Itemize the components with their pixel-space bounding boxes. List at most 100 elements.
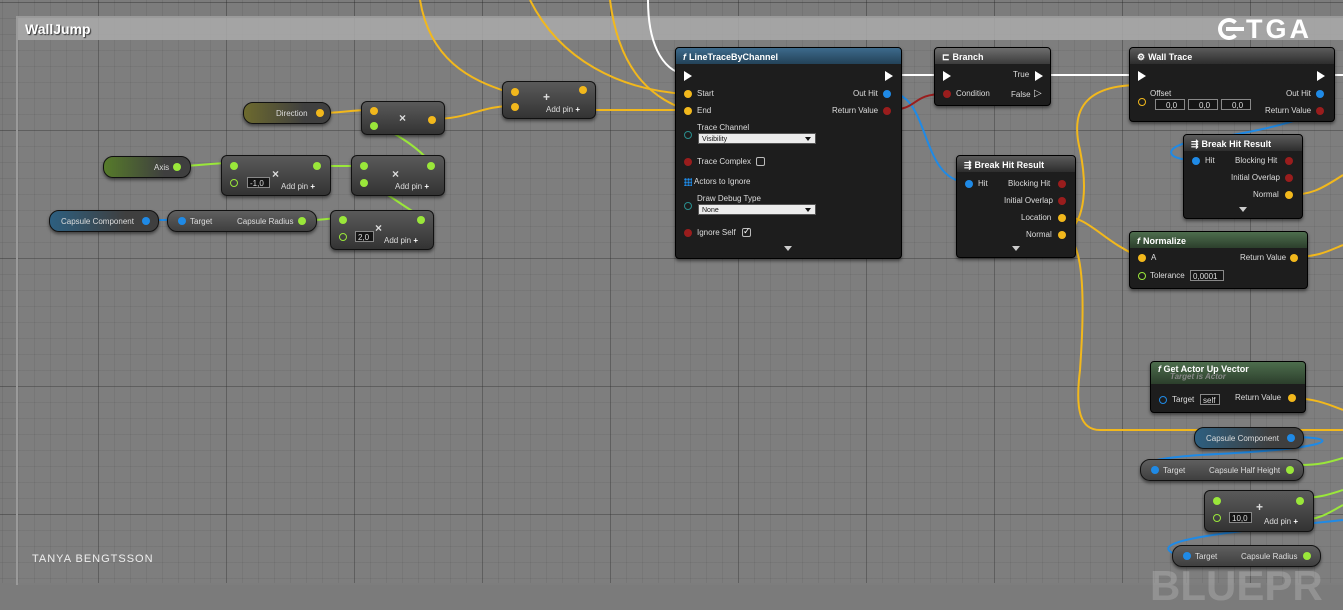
actors-to-ignore-pin[interactable]: [684, 178, 692, 186]
node-header[interactable]: f Get Actor Up Vector Target is Actor: [1151, 362, 1305, 384]
add-float-node[interactable]: 10,0 + Add pin +: [1204, 490, 1314, 532]
exec-output-pin[interactable]: [1317, 71, 1325, 81]
return-value-output-pin[interactable]: [883, 107, 891, 115]
get-capsule-radius-node[interactable]: Target Capsule Radius: [167, 210, 317, 232]
node-header[interactable]: ⇶ Break Hit Result: [957, 156, 1075, 172]
a-input-pin[interactable]: [1138, 254, 1146, 262]
false-exec-output-pin[interactable]: ▷: [1034, 88, 1042, 99]
expand-arrow-icon[interactable]: [784, 246, 792, 251]
capsule-radius-output-pin[interactable]: [298, 217, 306, 225]
start-input-pin[interactable]: [684, 90, 692, 98]
tolerance-input-pin[interactable]: [1138, 272, 1146, 280]
result-output-pin[interactable]: [313, 162, 321, 170]
a-input-pin[interactable]: [370, 107, 378, 115]
target-input-pin[interactable]: [1183, 552, 1191, 560]
capsule-component-output-pin[interactable]: [1287, 434, 1295, 442]
result-output-pin[interactable]: [579, 86, 587, 94]
target-self-field[interactable]: self: [1200, 394, 1220, 405]
branch-node[interactable]: ⊏ Branch True Condition False ▷: [934, 47, 1051, 106]
capsule-component-variable-node-2[interactable]: Capsule Component: [1194, 427, 1304, 449]
capsule-component-variable-node[interactable]: Capsule Component: [49, 210, 159, 232]
capsule-component-output-pin[interactable]: [142, 217, 150, 225]
line-trace-by-channel-node[interactable]: f LineTraceByChannel Start End Out Hit Re…: [675, 47, 902, 259]
capsule-half-height-output-pin[interactable]: [1286, 466, 1294, 474]
node-header[interactable]: f LineTraceByChannel: [676, 48, 901, 64]
draw-debug-type-dropdown[interactable]: None: [698, 204, 816, 215]
add-pin-button[interactable]: Add pin +: [395, 182, 429, 191]
b-value-field[interactable]: 10,0: [1229, 512, 1252, 523]
hit-input-pin[interactable]: [1192, 157, 1200, 165]
wall-trace-node[interactable]: ⚙Wall Trace Offset X 0,0 Y 0,0 Z 0,0 Out…: [1129, 47, 1335, 122]
target-input-pin[interactable]: [1159, 396, 1167, 404]
exec-input-pin[interactable]: [943, 71, 951, 81]
return-value-output-pin[interactable]: [1290, 254, 1298, 262]
out-hit-output-pin[interactable]: [1316, 90, 1324, 98]
result-output-pin[interactable]: [428, 116, 436, 124]
result-output-pin[interactable]: [427, 162, 435, 170]
multiply-vector-node[interactable]: ×: [361, 101, 445, 135]
expand-arrow-icon[interactable]: [1239, 207, 1247, 212]
trace-channel-dropdown[interactable]: Visibility: [698, 133, 816, 144]
a-input-pin[interactable]: [230, 162, 238, 170]
return-value-output-pin[interactable]: [1316, 107, 1324, 115]
return-value-output-pin[interactable]: [1288, 394, 1296, 402]
condition-input-pin[interactable]: [943, 90, 951, 98]
b-input-pin[interactable]: [1213, 514, 1221, 522]
blocking-hit-output-pin[interactable]: [1285, 157, 1293, 165]
add-vector-node[interactable]: + Add pin +: [502, 81, 596, 119]
location-output-pin[interactable]: [1058, 214, 1066, 222]
multiply-float-node[interactable]: -1,0 × Add pin +: [221, 155, 331, 196]
offset-input-pin[interactable]: [1138, 98, 1146, 106]
multiply-float-node-2[interactable]: × Add pin +: [351, 155, 445, 196]
result-output-pin[interactable]: [1296, 497, 1304, 505]
b-input-pin[interactable]: [360, 179, 368, 187]
add-pin-button[interactable]: Add pin +: [384, 236, 418, 245]
b-input-pin[interactable]: [230, 179, 238, 187]
a-input-pin[interactable]: [1213, 497, 1221, 505]
expand-arrow-icon[interactable]: [1012, 246, 1020, 251]
exec-input-pin[interactable]: [1138, 71, 1146, 81]
node-header[interactable]: ⊏ Branch: [935, 48, 1050, 64]
exec-input-pin[interactable]: [684, 71, 692, 81]
capsule-radius-output-pin[interactable]: [1303, 552, 1311, 560]
ignore-self-checkbox[interactable]: [742, 226, 751, 237]
node-header[interactable]: ⚙ Wall Trace: [1130, 48, 1334, 64]
offset-x-field[interactable]: 0,0: [1155, 99, 1185, 110]
end-input-pin[interactable]: [684, 107, 692, 115]
get-actor-up-vector-node[interactable]: f Get Actor Up Vector Target is Actor Ta…: [1150, 361, 1306, 413]
normal-output-pin[interactable]: [1058, 231, 1066, 239]
add-pin-button[interactable]: Add pin +: [1264, 517, 1298, 526]
initial-overlap-output-pin[interactable]: [1058, 197, 1066, 205]
hit-input-pin[interactable]: [965, 180, 973, 188]
blocking-hit-output-pin[interactable]: [1058, 180, 1066, 188]
add-pin-button[interactable]: Add pin +: [281, 182, 315, 191]
target-input-pin[interactable]: [1151, 466, 1159, 474]
exec-output-pin[interactable]: [885, 71, 893, 81]
offset-z-field[interactable]: 0,0: [1221, 99, 1251, 110]
a-input-pin[interactable]: [511, 88, 519, 96]
initial-overlap-output-pin[interactable]: [1285, 174, 1293, 182]
node-header[interactable]: ⇶ Break Hit Result: [1184, 135, 1302, 151]
add-pin-button[interactable]: Add pin +: [546, 105, 580, 114]
ignore-self-pin[interactable]: [684, 229, 692, 237]
node-header[interactable]: f Normalize: [1130, 232, 1307, 248]
break-hit-result-node-2[interactable]: ⇶ Break Hit Result Hit Blocking Hit Initi…: [1183, 134, 1303, 219]
direction-variable-node[interactable]: Direction: [243, 102, 331, 124]
a-input-pin[interactable]: [360, 162, 368, 170]
direction-output-pin[interactable]: [316, 109, 324, 117]
get-capsule-half-height-node[interactable]: Target Capsule Half Height: [1140, 459, 1304, 481]
b-input-pin[interactable]: [339, 233, 347, 241]
multiply-float-node-3[interactable]: 2,0 × Add pin +: [330, 210, 434, 250]
b-input-pin[interactable]: [511, 103, 519, 111]
trace-complex-checkbox[interactable]: [756, 157, 765, 166]
offset-y-field[interactable]: 0,0: [1188, 99, 1218, 110]
b-input-pin[interactable]: [370, 122, 378, 130]
result-output-pin[interactable]: [417, 216, 425, 224]
out-hit-output-pin[interactable]: [883, 90, 891, 98]
target-input-pin[interactable]: [178, 217, 186, 225]
true-exec-output-pin[interactable]: [1035, 71, 1043, 81]
draw-debug-type-pin[interactable]: [684, 202, 692, 210]
tolerance-value-field[interactable]: 0,0001: [1190, 270, 1224, 281]
trace-channel-pin[interactable]: [684, 131, 692, 139]
b-value-field[interactable]: -1,0: [247, 177, 270, 188]
